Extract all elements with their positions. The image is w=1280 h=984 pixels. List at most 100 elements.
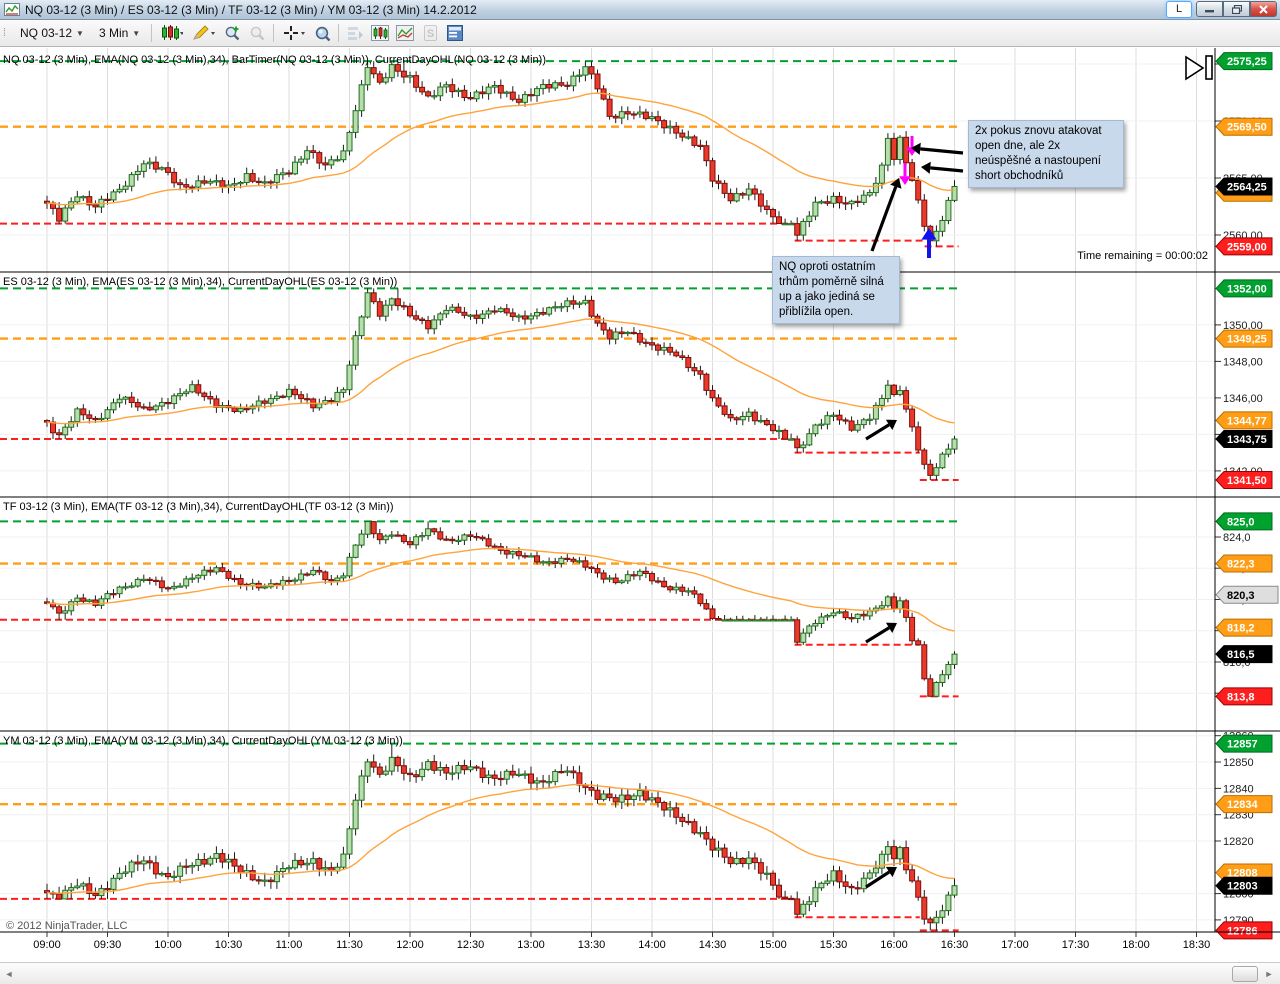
- copyright-text: © 2012 NinjaTrader, LLC: [6, 920, 127, 932]
- indicator-chart-icon: [396, 25, 415, 41]
- annotation-note[interactable]: 2x pokus znovu atakovat open dne, ale 2x…: [968, 120, 1124, 188]
- toolbar-separator: [151, 24, 153, 42]
- crosshair-icon: [283, 26, 305, 40]
- price-badge-label: 12834: [1227, 799, 1258, 811]
- drawn-arrow[interactable]: [899, 163, 911, 185]
- close-button[interactable]: [1250, 1, 1277, 17]
- price-badge-label: 820,3: [1227, 590, 1255, 602]
- period-selector[interactable]: 3 Min ▼: [92, 22, 147, 44]
- time-label: 15:30: [820, 939, 848, 951]
- price-badge-label: 1344,77: [1227, 415, 1267, 427]
- chart-trader-button[interactable]: [343, 22, 367, 44]
- price-badge-label: 825,0: [1227, 516, 1255, 528]
- price-badge-label: 1352,00: [1227, 283, 1267, 295]
- price-badge-label: 1349,25: [1227, 334, 1267, 346]
- price-badge-label: 1341,50: [1227, 475, 1267, 487]
- price-badge-label: 12786: [1227, 925, 1258, 937]
- ema-line: [46, 318, 955, 425]
- time-label: 13:00: [517, 939, 545, 951]
- zoom-out-button[interactable]: [245, 22, 269, 44]
- ninjatrader-chart-window: NQ 03-12 (3 Min) / ES 03-12 (3 Min) / TF…: [0, 0, 1280, 984]
- time-label: 15:00: [759, 939, 787, 951]
- drawn-arrow[interactable]: [921, 161, 964, 174]
- price-badge-label: 2569,50: [1227, 122, 1267, 134]
- period-label: 3 Min: [98, 26, 129, 40]
- scroll-right-button[interactable]: ►: [1262, 966, 1276, 982]
- axis-tick-label: 12840: [1223, 783, 1254, 795]
- scroll-left-button[interactable]: ◄: [2, 966, 16, 982]
- zoom-in-button[interactable]: [220, 22, 244, 44]
- price-badge-label: 813,8: [1227, 691, 1255, 703]
- annotation-note[interactable]: NQ oproti ostatním trhům poměrně silná u…: [772, 256, 900, 324]
- close-icon: [1259, 4, 1268, 14]
- chart-properties-button[interactable]: [443, 22, 467, 44]
- bar-type-button[interactable]: [368, 22, 392, 44]
- time-label: 09:00: [33, 939, 61, 951]
- price-badge-label: 818,2: [1227, 623, 1255, 635]
- price-badge-label: 12803: [1227, 881, 1258, 893]
- data-box-button[interactable]: [310, 22, 334, 44]
- drawing-tools-button[interactable]: [188, 22, 219, 44]
- restore-button[interactable]: [1223, 1, 1250, 17]
- toolbar: ⁞ NQ 03-12 ▼ 3 Min ▼ S: [0, 20, 1280, 47]
- instrument-label: NQ 03-12: [20, 26, 73, 40]
- price-badge-label: 2575,25: [1227, 56, 1267, 68]
- time-label: 14:30: [699, 939, 727, 951]
- panel-indicator-label: YM 03-12 (3 Min), EMA(YM 03-12 (3 Min),3…: [3, 735, 403, 747]
- panel-indicator-label: ES 03-12 (3 Min), EMA(ES 03-12 (3 Min),3…: [3, 276, 397, 288]
- zoom-out-icon: [250, 26, 265, 40]
- time-label: 18:00: [1122, 939, 1150, 951]
- ema-line: [46, 92, 955, 206]
- strategy-document-icon: S: [423, 25, 437, 41]
- scrollbar-thumb[interactable]: [1232, 966, 1258, 982]
- axis-tick-label: 12850: [1223, 757, 1254, 769]
- window-title: NQ 03-12 (3 Min) / ES 03-12 (3 Min) / TF…: [25, 2, 477, 17]
- drawn-arrow[interactable]: [865, 419, 897, 441]
- indicator-panel-button[interactable]: [393, 22, 417, 44]
- horizontal-scrollbar[interactable]: ◄ ►: [0, 962, 1280, 984]
- toolbar-separator: [273, 24, 275, 42]
- drawn-arrow[interactable]: [911, 142, 964, 155]
- axis-tick-label: 1348,00: [1223, 356, 1263, 368]
- svg-text:S: S: [427, 28, 434, 40]
- pencil-icon: [192, 25, 215, 40]
- price-badge-label: 816,5: [1227, 649, 1255, 661]
- time-label: 18:30: [1183, 939, 1211, 951]
- chevron-down-icon: ▼: [132, 28, 141, 38]
- minimize-button[interactable]: [1196, 1, 1223, 17]
- crosshair-button[interactable]: [278, 22, 309, 44]
- ema-line: [46, 783, 955, 894]
- restore-icon: [1231, 4, 1242, 14]
- panel-es: ES 03-12 (3 Min), EMA(ES 03-12 (3 Min),3…: [0, 276, 1273, 490]
- chart-area[interactable]: NQ 03-12 (3 Min), EMA(NQ 03-12 (3 Min),3…: [0, 47, 1280, 962]
- time-label: 09:30: [94, 939, 122, 951]
- axis-tick-label: 1346,00: [1223, 393, 1263, 405]
- properties-panel-icon: [447, 25, 464, 41]
- bar-timer-text: Time remaining = 00:00:02: [1077, 250, 1208, 262]
- candlestick-series: [44, 743, 958, 931]
- link-button[interactable]: L: [1166, 1, 1192, 18]
- time-label: 11:30: [336, 939, 363, 951]
- app-icon: [4, 3, 20, 16]
- time-label: 10:00: [154, 939, 182, 951]
- minimize-icon: [1205, 10, 1214, 13]
- drawn-arrow[interactable]: [865, 622, 897, 644]
- candlestick-series: [44, 521, 958, 697]
- candlestick-series: [44, 61, 958, 247]
- magnifier-icon: [315, 26, 331, 41]
- time-label: 14:00: [638, 939, 666, 951]
- price-badge-label: 1343,75: [1227, 434, 1267, 446]
- chart-style-button[interactable]: [156, 22, 187, 44]
- chevron-down-icon: ▼: [76, 28, 84, 38]
- jump-to-latest-icon[interactable]: [1185, 55, 1213, 81]
- strategies-button[interactable]: S: [418, 22, 442, 44]
- toolbar-separator: [338, 24, 340, 42]
- panel-indicator-label: NQ 03-12 (3 Min), EMA(NQ 03-12 (3 Min),3…: [3, 54, 546, 66]
- ema-line: [46, 547, 955, 632]
- panel-tf: TF 03-12 (3 Min), EMA(TF 03-12 (3 Min),3…: [0, 501, 1279, 706]
- time-label: 16:30: [941, 939, 969, 951]
- price-badge-label: 2564,25: [1227, 182, 1267, 194]
- chart-style-icon: [161, 25, 183, 40]
- instrument-selector[interactable]: NQ 03-12 ▼: [13, 22, 91, 44]
- toolbar-grip-icon[interactable]: ⁞: [3, 28, 9, 39]
